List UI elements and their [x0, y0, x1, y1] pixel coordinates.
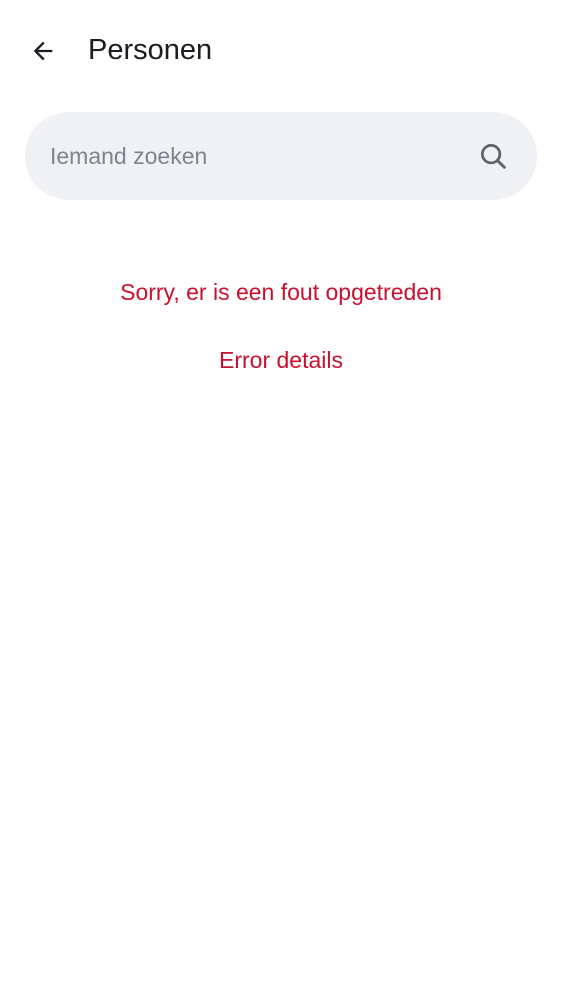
arrow-left-icon: [29, 37, 57, 65]
back-button[interactable]: [20, 28, 66, 74]
error-message: Sorry, er is een fout opgetreden: [120, 279, 442, 305]
search-input[interactable]: [50, 112, 450, 200]
page-title: Personen: [88, 34, 213, 66]
search-icon[interactable]: [477, 140, 509, 172]
search-bar: [25, 112, 537, 200]
error-details-button[interactable]: Error details: [200, 340, 362, 380]
app-bar: Personen: [0, 0, 562, 100]
